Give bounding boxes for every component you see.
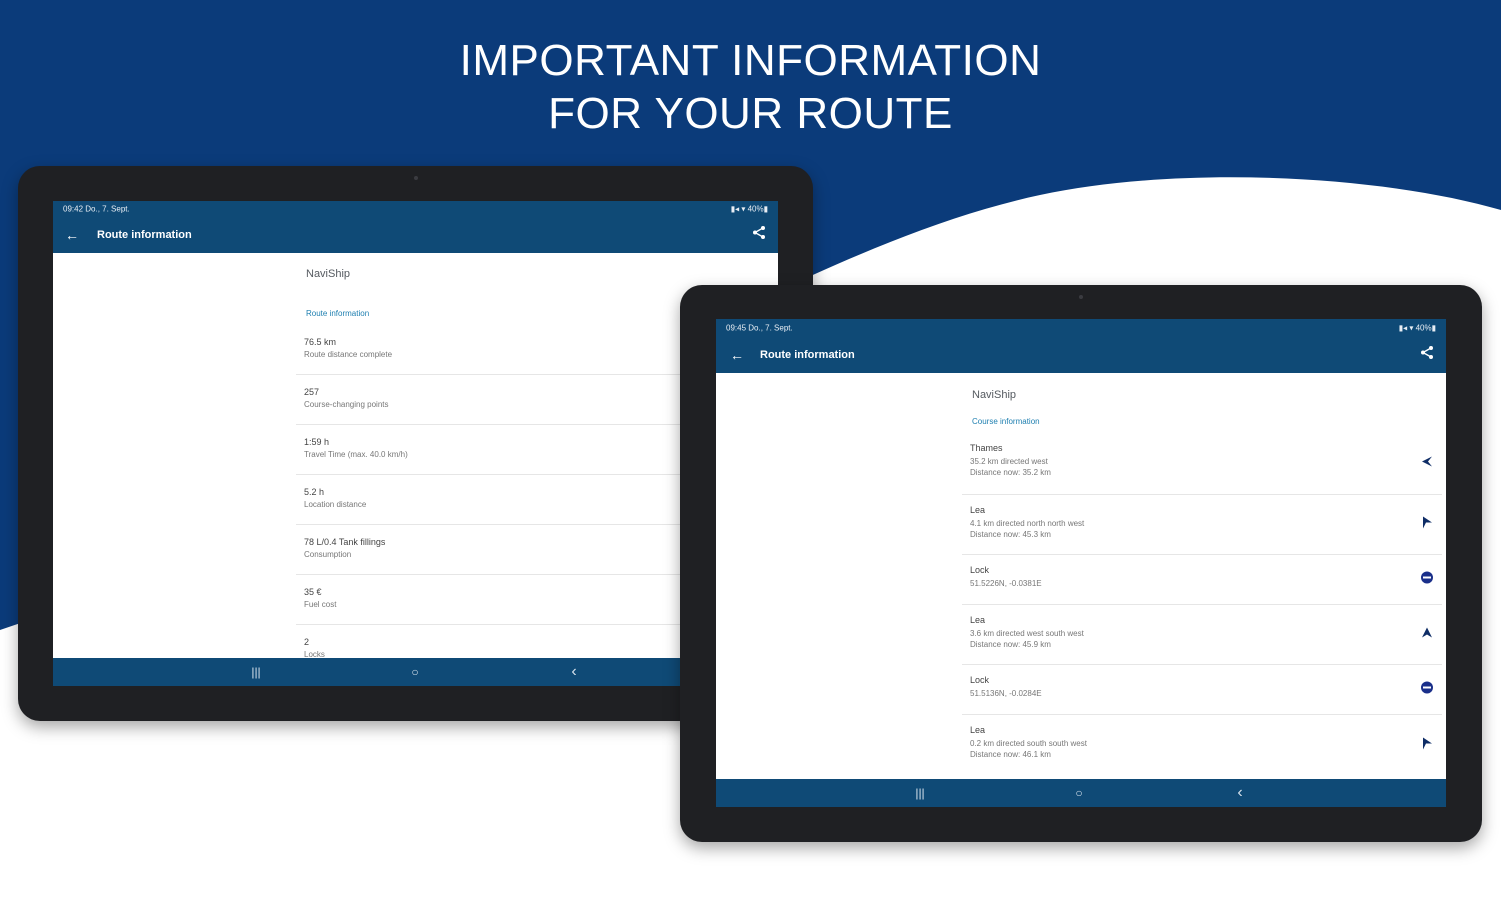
item-direction: 3.6 km directed west south west [970,629,1084,638]
item-coordinates: 51.5136N, -0.0284E [970,689,1042,698]
recents-button[interactable]: ||| [251,665,260,679]
section-label: Route information [306,309,370,318]
item-distance: Distance now: 45.9 km [970,640,1051,649]
app-bar-title: Route information [97,229,192,241]
app-name: NaviShip [972,389,1017,401]
list-item[interactable]: Thames 35.2 km directed west Distance no… [962,433,1442,495]
app-bar: ← Route information [53,217,778,253]
turn-left-icon [1420,454,1434,473]
share-icon[interactable] [752,226,766,245]
item-coordinates: 51.5226N, -0.0381E [970,579,1042,588]
system-nav-bar: ||| ○ ‹ [53,658,778,686]
turn-right-icon [1420,515,1434,534]
item-caption: Route distance complete [304,350,393,359]
item-distance: Distance now: 46.1 km [970,750,1051,759]
nav-back-button[interactable]: ‹ [1237,784,1242,802]
back-arrow-icon[interactable]: ← [730,347,744,363]
headline-line-1: IMPORTANT INFORMATION [459,36,1042,85]
lock-icon [1420,680,1434,699]
status-bar: 09:42 Do., 7. Sept. ▮◂ ▾ 40%▮ [53,201,778,217]
list-item[interactable]: Lea 4.1 km directed north north west Dis… [962,495,1442,555]
share-icon[interactable] [1420,345,1434,364]
status-indicators: ▮◂ ▾ 40%▮ [1398,323,1436,332]
headline-line-2: FOR YOUR ROUTE [548,89,953,138]
item-caption: Fuel cost [304,600,337,609]
item-waterway: Lea [970,615,986,625]
recents-button[interactable]: ||| [915,786,924,800]
system-nav-bar: ||| ○ ‹ [716,779,1446,807]
app-bar: ← Route information [716,336,1446,373]
item-value: 257 [304,387,320,397]
item-value: 1:59 h [304,437,330,447]
item-caption: Course-changing points [304,400,389,409]
item-distance: Distance now: 35.2 km [970,468,1051,477]
item-value: 2 [304,637,310,647]
tablet-camera [1079,295,1083,299]
app-name: NaviShip [306,268,351,280]
item-waterway: Lea [970,505,986,515]
item-value: 5.2 h [304,487,325,497]
tablet-camera [413,176,418,180]
item-distance: Distance now: 45.3 km [970,530,1051,539]
tablet-right: 09:45 Do., 7. Sept. ▮◂ ▾ 40%▮ ← Route in… [680,285,1482,842]
status-bar: 09:45 Do., 7. Sept. ▮◂ ▾ 40%▮ [716,319,1446,336]
section-label: Course information [972,417,1040,426]
back-arrow-icon[interactable]: ← [65,227,79,243]
list-item[interactable]: Lock 51.5226N, -0.0381E [962,555,1442,605]
headline: IMPORTANT INFORMATION FOR YOUR ROUTE [0,34,1501,140]
detail-panel: NaviShip Course information Thames 35.2 … [962,373,1442,779]
item-direction: 4.1 km directed north north west [970,519,1085,528]
tablet-right-screen: 09:45 Do., 7. Sept. ▮◂ ▾ 40%▮ ← Route in… [716,319,1446,807]
item-caption: Travel Time (max. 40.0 km/h) [304,450,408,459]
app-bar-title: Route information [760,348,855,361]
list-item[interactable]: Lea 3.6 km directed west south west Dist… [962,605,1442,665]
item-value: 78 L/0.4 Tank fillings [304,537,386,547]
item-waterway: Lea [970,725,986,735]
status-time: 09:42 Do., 7. Sept. [63,204,130,214]
item-caption: Consumption [304,550,352,559]
item-direction: 0.2 km directed south south west [970,739,1087,748]
item-waterway: Lock [970,675,990,685]
nav-back-button[interactable]: ‹ [571,663,576,681]
item-caption: Location distance [304,500,367,509]
item-value: 76.5 km [304,337,337,347]
item-direction: 35.2 km directed west [970,457,1048,466]
straight-icon [1420,625,1434,644]
home-button[interactable]: ○ [1075,786,1082,800]
status-time: 09:45 Do., 7. Sept. [726,323,793,332]
item-value: 35 € [304,587,322,597]
home-button[interactable]: ○ [411,665,418,679]
list-item[interactable]: Lea 0.2 km directed south south west Dis… [962,715,1442,777]
tablet-left-screen: 09:42 Do., 7. Sept. ▮◂ ▾ 40%▮ ← Route in… [53,201,778,686]
turn-right-icon [1420,737,1434,756]
status-indicators: ▮◂ ▾ 40%▮ [730,204,768,214]
list-item[interactable]: Lock 51.5136N, -0.0284E [962,665,1442,715]
item-waterway: Lock [970,565,990,575]
item-waterway: Thames [970,443,1003,453]
lock-icon [1420,570,1434,589]
